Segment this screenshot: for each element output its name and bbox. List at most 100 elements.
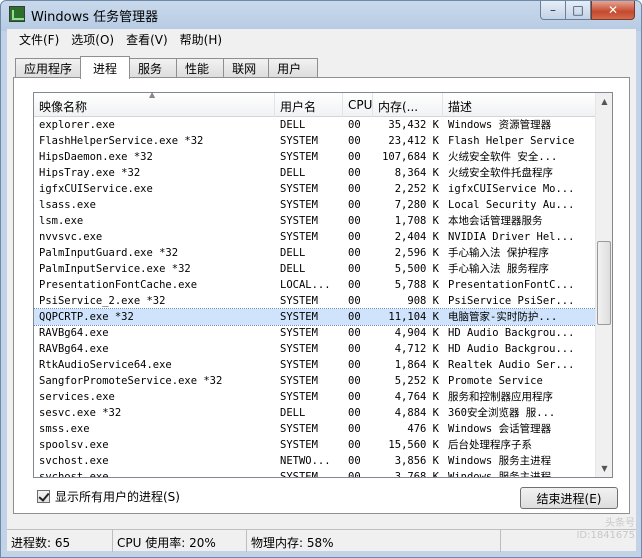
process-name-cell: sesvc.exe *32	[39, 407, 122, 419]
process-row[interactable]: RAVBg64.exe SYSTEM 00 4,712 K HD Audio Backg…	[34, 341, 596, 357]
process-row[interactable]: HipsTray.exe *32 DELL 00 8,364 K 火绒安全软件托盘程序	[34, 165, 596, 181]
process-row[interactable]: svchost.exe NETWO... 00 3,856 K Windows 服务主进…	[34, 453, 596, 469]
task-manager-app-icon	[9, 6, 25, 22]
process-row[interactable]: lsm.exe SYSTEM 00 1,708 K 本地会话管理器服务	[34, 213, 596, 229]
process-mem-cell: 1,708 K	[394, 215, 439, 227]
process-row[interactable]: RAVBg64.exe SYSTEM 00 4,904 K HD Audio Backg…	[34, 325, 596, 341]
scroll-up-arrow-icon[interactable]: ▲	[596, 93, 612, 110]
process-user-cell: SYSTEM	[280, 231, 318, 243]
process-cpu-cell: 00	[348, 295, 361, 307]
process-row[interactable]: HipsDaemon.exe *32 SYSTEM 00 107,684 K 火绒安全软…	[34, 149, 596, 165]
tab-users[interactable]: 用户	[268, 58, 319, 78]
process-name-cell: HipsDaemon.exe *32	[39, 151, 153, 163]
process-row[interactable]: spoolsv.exe SYSTEM 00 15,560 K 后台处理程序子系	[34, 437, 596, 453]
process-cpu-cell: 00	[348, 407, 361, 419]
column-header-description[interactable]: 描述	[443, 93, 596, 117]
column-header-cpu[interactable]: CPU	[343, 93, 373, 117]
process-name-cell: svchost.exe	[39, 471, 109, 478]
process-mem-cell: 5,252 K	[394, 375, 439, 387]
process-desc-cell: 本地会话管理器服务	[448, 215, 543, 227]
process-name-cell: RAVBg64.exe	[39, 327, 109, 339]
tab-applications[interactable]: 应用程序	[15, 58, 82, 78]
process-row[interactable]: SangforPromoteService.exe *32 SYSTEM 00 5,2…	[34, 373, 596, 389]
process-cpu-cell: 00	[348, 151, 361, 163]
process-list[interactable]: 映像名称 ▲ 用户名 CPU 内存(... 描述 explorer.exe DEL…	[33, 92, 613, 478]
process-row[interactable]: QQPCRTP.exe *32 SYSTEM 00 11,104 K 电脑管家-实时防护…	[34, 308, 597, 326]
minimize-button[interactable]: –	[540, 1, 566, 20]
process-mem-cell: 476 K	[407, 423, 439, 435]
column-header-image-name[interactable]: 映像名称 ▲	[34, 93, 275, 117]
process-cpu-cell: 00	[348, 391, 361, 403]
column-header-memory[interactable]: 内存(...	[373, 93, 443, 117]
status-process-count: 进程数: 65	[7, 530, 113, 552]
menu-file[interactable]: 文件(F)	[13, 31, 65, 48]
process-row[interactable]: igfxCUIService.exe SYSTEM 00 2,252 K igfxCUI…	[34, 181, 596, 197]
process-name-cell: services.exe	[39, 391, 115, 403]
tab-performance[interactable]: 性能	[176, 58, 225, 78]
process-row[interactable]: services.exe SYSTEM 00 4,764 K 服务和控制器应用程序	[34, 389, 596, 405]
process-cpu-cell: 00	[348, 215, 361, 227]
process-row[interactable]: FlashHelperService.exe *32 SYSTEM 00 23,412…	[34, 133, 596, 149]
process-mem-cell: 23,412 K	[388, 135, 439, 147]
menu-view[interactable]: 查看(V)	[120, 31, 174, 48]
end-process-button[interactable]: 结束进程(E)	[520, 487, 618, 509]
process-user-cell: SYSTEM	[280, 375, 318, 387]
tab-processes[interactable]: 进程	[80, 56, 131, 79]
show-all-users-checkbox[interactable]	[37, 490, 50, 503]
process-row[interactable]: PresentationFontCache.exe LOCAL... 00 5,788…	[34, 277, 596, 293]
vertical-scrollbar[interactable]: ▲ ▼	[595, 93, 612, 477]
process-mem-cell: 2,252 K	[394, 183, 439, 195]
process-row[interactable]: svchost.exe SYSTEM 00 3,768 K Windows 服务主进程	[34, 469, 596, 478]
process-mem-cell: 15,560 K	[388, 439, 439, 451]
status-physical-memory: 物理内存: 58%	[247, 530, 501, 552]
show-all-users-label: 显示所有用户的进程(S)	[55, 490, 180, 504]
process-cpu-cell: 00	[348, 327, 361, 339]
process-user-cell: SYSTEM	[280, 135, 318, 147]
process-cpu-cell: 00	[348, 311, 361, 323]
process-name-cell: QQPCRTP.exe *32	[39, 311, 134, 323]
tab-services[interactable]: 服务	[129, 58, 178, 78]
process-name-cell: igfxCUIService.exe	[39, 183, 153, 195]
process-user-cell: SYSTEM	[280, 391, 318, 403]
process-name-cell: PalmInputService.exe *32	[39, 263, 191, 275]
show-all-users-option[interactable]: 显示所有用户的进程(S)	[37, 488, 180, 505]
process-desc-cell: PresentationFontC...	[448, 279, 575, 291]
process-row[interactable]: nvvsvc.exe SYSTEM 00 2,404 K NVIDIA Driver H…	[34, 229, 596, 245]
process-user-cell: SYSTEM	[280, 311, 318, 323]
process-row[interactable]: RtkAudioService64.exe SYSTEM 00 1,864 K Real…	[34, 357, 596, 373]
process-row[interactable]: sesvc.exe *32 DELL 00 4,884 K 360安全浏览器 服...	[34, 405, 596, 421]
process-mem-cell: 1,864 K	[394, 359, 439, 371]
process-row[interactable]: PsiService_2.exe *32 SYSTEM 00 908 K PsiServ…	[34, 293, 596, 309]
process-row[interactable]: PalmInputGuard.exe *32 DELL 00 2,596 K 手心输入法…	[34, 245, 596, 261]
process-row[interactable]: explorer.exe DELL 00 35,432 K Windows 资源管理器	[34, 117, 596, 133]
process-desc-cell: HD Audio Backgrou...	[448, 343, 575, 355]
process-desc-cell: 服务和控制器应用程序	[448, 391, 553, 403]
client-area: 文件(F) 选项(O) 查看(V) 帮助(H) 应用程序 进程 服务 性能 联网…	[7, 29, 636, 552]
process-cpu-cell: 00	[348, 279, 361, 291]
process-user-cell: SYSTEM	[280, 327, 318, 339]
process-name-cell: lsm.exe	[39, 215, 84, 227]
process-user-cell: DELL	[280, 167, 306, 179]
watermark: 头条号 ID:1841675	[576, 518, 635, 541]
process-user-cell: SYSTEM	[280, 359, 318, 371]
process-cpu-cell: 00	[348, 183, 361, 195]
menu-options[interactable]: 选项(O)	[65, 31, 120, 48]
process-mem-cell: 8,364 K	[394, 167, 439, 179]
process-row[interactable]: PalmInputService.exe *32 DELL 00 5,500 K 手心输…	[34, 261, 596, 277]
tab-networking[interactable]: 联网	[223, 58, 270, 78]
process-cpu-cell: 00	[348, 231, 361, 243]
menu-help[interactable]: 帮助(H)	[174, 31, 228, 48]
process-name-cell: PalmInputGuard.exe *32	[39, 247, 179, 259]
process-row[interactable]: smss.exe SYSTEM 00 476 K Windows 会话管理器	[34, 421, 596, 437]
process-user-cell: SYSTEM	[280, 423, 318, 435]
close-button[interactable]: ✕	[591, 1, 635, 20]
process-cpu-cell: 00	[348, 167, 361, 179]
column-header-user[interactable]: 用户名	[275, 93, 343, 117]
process-mem-cell: 4,764 K	[394, 391, 439, 403]
scroll-down-arrow-icon[interactable]: ▼	[596, 460, 612, 477]
scroll-thumb[interactable]	[597, 241, 611, 325]
maximize-button[interactable]: □	[566, 1, 591, 20]
title-bar[interactable]: Windows 任务管理器 – □ ✕	[1, 1, 641, 27]
process-desc-cell: 手心输入法 保护程序	[448, 247, 549, 259]
process-row[interactable]: lsass.exe SYSTEM 00 7,280 K Local Security A…	[34, 197, 596, 213]
